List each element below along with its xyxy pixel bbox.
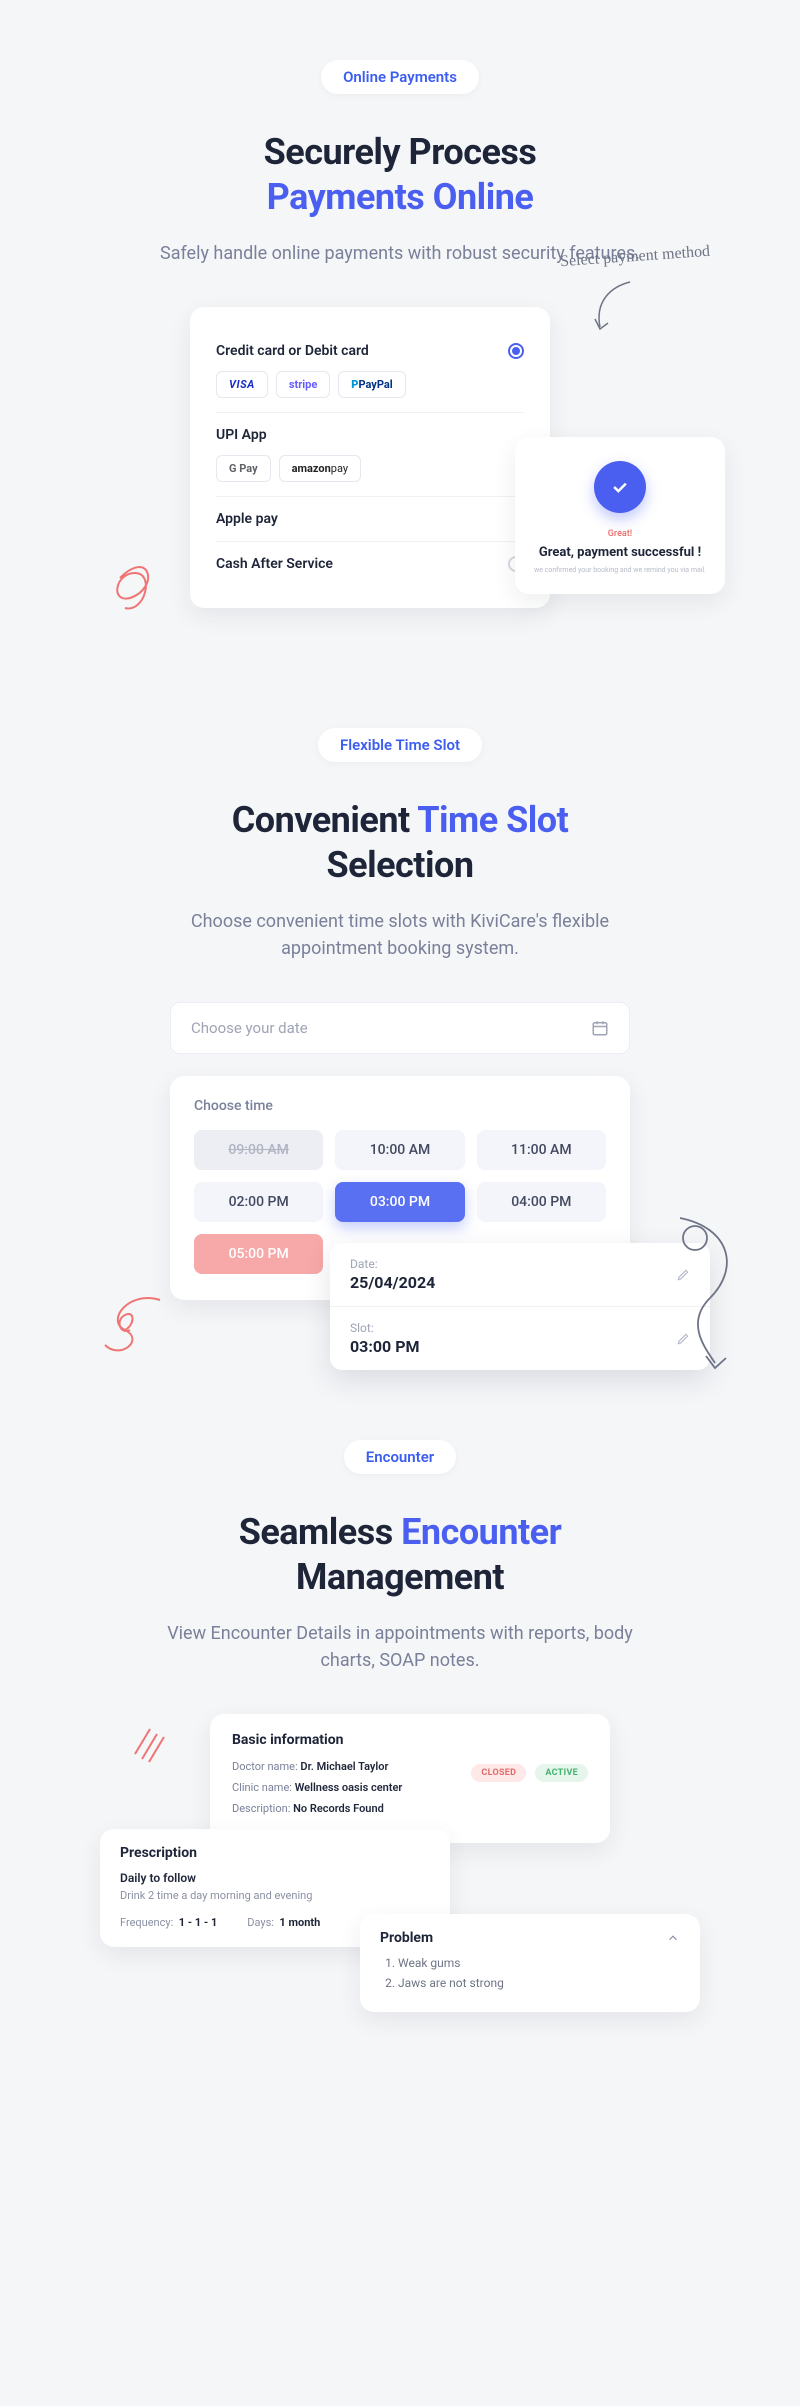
- squiggle-icon: [110, 548, 170, 618]
- confirm-date-row[interactable]: Date: 25/04/2024: [330, 1243, 710, 1307]
- doctor-line: Doctor name: Dr. Michael Taylor: [232, 1760, 388, 1773]
- slot-1500[interactable]: 03:00 PM: [335, 1182, 464, 1222]
- basic-info-heading: Basic information: [232, 1732, 588, 1748]
- confirm-slot-label: Slot:: [350, 1321, 420, 1335]
- problem-item: Weak gums: [398, 1956, 680, 1970]
- frequency: Frequency: 1 - 1 - 1: [120, 1916, 217, 1929]
- visa-icon: VISA: [216, 371, 268, 398]
- pm-cash-label: Cash After Service: [216, 556, 333, 572]
- status-active-pill: ACTIVE: [535, 1764, 588, 1782]
- choose-time-label: Choose time: [194, 1098, 606, 1114]
- slot-0900[interactable]: 09:00 AM: [194, 1130, 323, 1170]
- days: Days: 1 month: [247, 1916, 320, 1929]
- clinic-line: Clinic name: Wellness oasis center: [232, 1781, 588, 1794]
- check-icon: [594, 461, 646, 513]
- radio-icon: [508, 343, 524, 359]
- arrow-icon: [660, 1208, 750, 1378]
- problem-heading[interactable]: Problem: [380, 1930, 680, 1946]
- timeslot-section: Flexible Time Slot Convenient Time Slot …: [0, 668, 800, 1380]
- slot-1100[interactable]: 11:00 AM: [477, 1130, 606, 1170]
- confirm-card: Date: 25/04/2024 Slot: 03:00 PM: [330, 1243, 710, 1370]
- prescription-subheading: Daily to follow: [120, 1871, 430, 1885]
- gpay-icon: G Pay: [216, 455, 271, 482]
- pm-upi[interactable]: UPI App G Pay amazon pay: [216, 413, 524, 497]
- confirm-date-label: Date:: [350, 1257, 435, 1271]
- payments-title: Securely Process Payments Online: [40, 130, 760, 220]
- timeslot-badge: Flexible Time Slot: [318, 728, 482, 762]
- encounter-subtitle: View Encounter Details in appointments w…: [140, 1620, 660, 1674]
- timeslot-card: Choose time 09:00 AM 10:00 AM 11:00 AM 0…: [170, 1076, 630, 1300]
- encounter-badge: Encounter: [344, 1440, 456, 1474]
- slot-1700[interactable]: 05:00 PM: [194, 1234, 323, 1274]
- pm-cc-label: Credit card or Debit card: [216, 343, 369, 359]
- date-input[interactable]: Choose your date: [170, 1002, 630, 1054]
- payment-methods-card: Credit card or Debit card VISA stripe P …: [190, 307, 550, 608]
- timeslot-subtitle: Choose convenient time slots with KiviCa…: [140, 908, 660, 962]
- slot-1400[interactable]: 02:00 PM: [194, 1182, 323, 1222]
- problem-card: Problem Weak gums Jaws are not strong: [360, 1914, 700, 2012]
- timeslot-title: Convenient Time Slot Selection: [40, 798, 760, 888]
- date-placeholder: Choose your date: [191, 1019, 308, 1037]
- encounter-title: Seamless Encounter Management: [40, 1510, 760, 1600]
- scribble-icon: [130, 1724, 180, 1764]
- success-tag: Great!: [531, 529, 709, 539]
- arrow-icon: [580, 277, 640, 347]
- confirm-slot-row[interactable]: Slot: 03:00 PM: [330, 1307, 710, 1370]
- pm-applepay[interactable]: Apple pay: [216, 497, 524, 542]
- success-title: Great, payment successful !: [531, 545, 709, 560]
- prescription-heading: Prescription: [120, 1845, 430, 1861]
- pm-credit-card[interactable]: Credit card or Debit card VISA stripe P …: [216, 329, 524, 413]
- confirm-date-value: 25/04/2024: [350, 1273, 435, 1292]
- amazonpay-icon: amazon pay: [279, 455, 361, 482]
- success-sub: we confirmed your booking and we remind …: [531, 566, 709, 574]
- paypal-icon: P PayPal: [338, 371, 405, 398]
- problem-item: Jaws are not strong: [398, 1976, 680, 1990]
- status-closed-pill: CLOSED: [471, 1764, 526, 1782]
- payment-success-card: Great! Great, payment successful ! we co…: [515, 437, 725, 594]
- pm-cash[interactable]: Cash After Service: [216, 542, 524, 586]
- stripe-icon: stripe: [276, 371, 330, 398]
- calendar-icon: [591, 1019, 609, 1037]
- prescription-desc: Drink 2 time a day morning and evening: [120, 1889, 430, 1902]
- squiggle-icon: [100, 1290, 180, 1370]
- chevron-up-icon: [666, 1931, 680, 1945]
- payments-section: Online Payments Securely Process Payment…: [0, 0, 800, 668]
- desc-line: Description: No Records Found: [232, 1802, 588, 1815]
- pm-upi-label: UPI App: [216, 427, 267, 443]
- slot-1600[interactable]: 04:00 PM: [477, 1182, 606, 1222]
- payments-badge: Online Payments: [321, 60, 479, 94]
- slot-1000[interactable]: 10:00 AM: [335, 1130, 464, 1170]
- confirm-slot-value: 03:00 PM: [350, 1337, 420, 1356]
- pm-apple-label: Apple pay: [216, 511, 278, 527]
- basic-info-card: Basic information Doctor name: Dr. Micha…: [210, 1714, 610, 1843]
- encounter-section: Encounter Seamless Encounter Management …: [0, 1380, 800, 2074]
